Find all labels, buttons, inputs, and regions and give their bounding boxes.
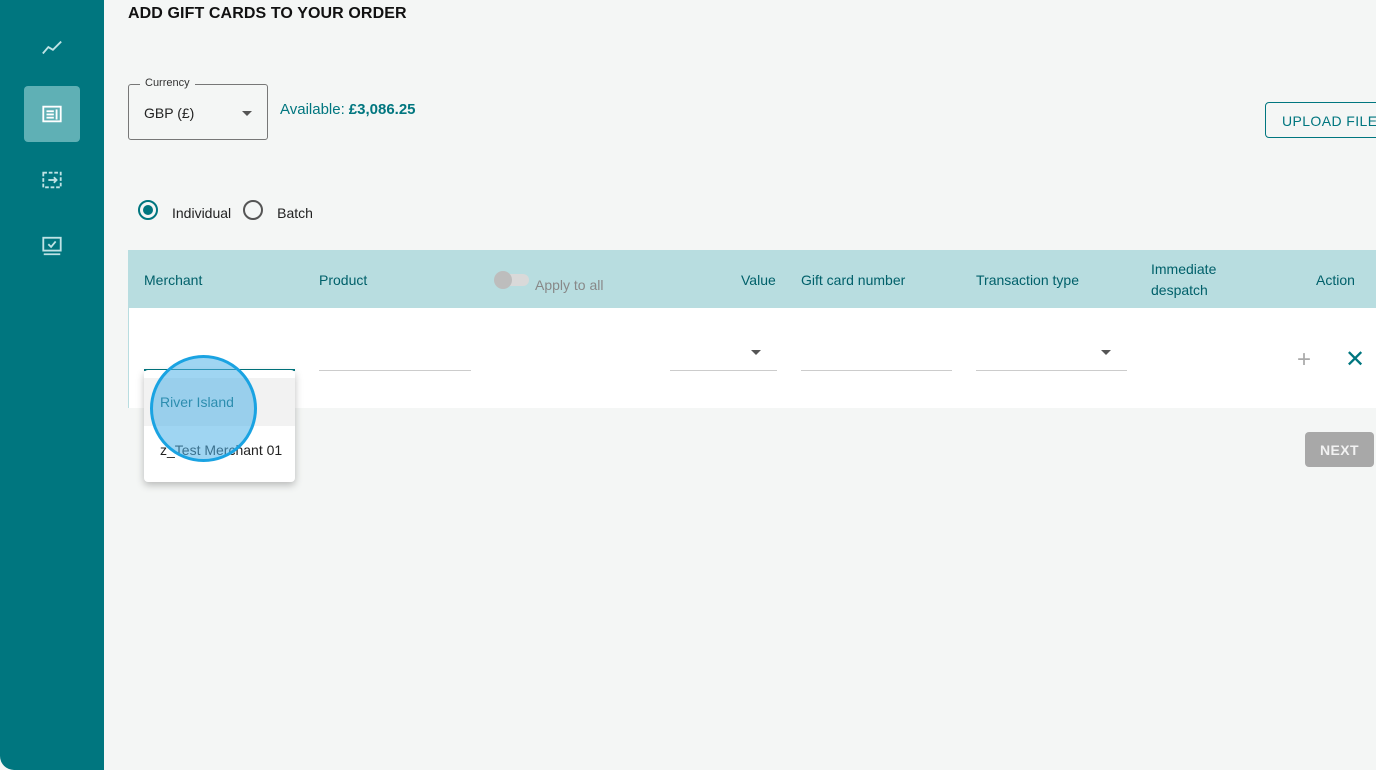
available-amount: £3,086.25 xyxy=(348,101,416,118)
order-document-icon xyxy=(42,105,62,123)
mode-radio-group: Individual Batch xyxy=(138,196,313,224)
individual-radio[interactable] xyxy=(138,200,158,220)
nav-completed[interactable] xyxy=(24,218,80,274)
header-gift-card-number: Gift card number xyxy=(801,272,906,288)
chevron-down-icon xyxy=(242,111,252,116)
table-row: + ✕ xyxy=(129,308,1376,408)
close-icon[interactable]: ✕ xyxy=(1345,348,1365,372)
transfer-icon xyxy=(42,171,62,189)
merchant-option-river-island[interactable]: River Island xyxy=(144,378,295,426)
individual-label[interactable]: Individual xyxy=(172,205,231,221)
merchant-option-test-merchant[interactable]: z_Test Merchant 01 xyxy=(144,426,295,474)
header-action: Action xyxy=(1316,272,1355,288)
upload-file-button[interactable]: UPLOAD FILE xyxy=(1265,102,1376,138)
nav-analytics[interactable] xyxy=(24,20,80,76)
currency-select[interactable]: Currency GBP (£) xyxy=(128,77,268,140)
add-row-icon[interactable]: + xyxy=(1297,348,1311,372)
batch-radio[interactable] xyxy=(243,200,264,220)
header-merchant: Merchant xyxy=(144,272,203,288)
header-despatch: despatch xyxy=(1151,282,1208,298)
header-transaction-type: Transaction type xyxy=(976,272,1079,288)
available-label: Available: xyxy=(280,101,345,118)
gift-card-table: Merchant Product Apply to all Value Gift… xyxy=(128,250,1376,408)
header-value: Value xyxy=(741,272,776,288)
header-apply-to-all: Apply to all xyxy=(535,277,604,293)
header-product: Product xyxy=(319,272,368,288)
header-immediate: Immediate xyxy=(1151,261,1217,277)
currency-label: Currency xyxy=(140,77,195,89)
merchant-dropdown: River Island z_Test Merchant 01 xyxy=(144,370,295,482)
next-button[interactable]: NEXT xyxy=(1305,432,1374,467)
sidebar xyxy=(0,0,104,770)
available-balance: Available: £3,086.25 xyxy=(280,101,416,118)
value-select[interactable] xyxy=(670,370,777,371)
currency-value: GBP (£) xyxy=(144,105,195,121)
line-chart-icon xyxy=(42,40,62,55)
chevron-down-icon xyxy=(1101,350,1111,355)
apply-to-all-toggle[interactable] xyxy=(494,271,529,289)
gift-card-number-input[interactable] xyxy=(801,370,952,371)
batch-label[interactable]: Batch xyxy=(277,205,313,221)
checked-screen-icon xyxy=(42,236,62,256)
page-title: ADD GIFT CARDS TO YOUR ORDER xyxy=(128,5,407,22)
chevron-down-icon xyxy=(751,350,761,355)
nav-orders[interactable] xyxy=(24,86,80,142)
product-input[interactable] xyxy=(319,370,471,371)
nav-transfers[interactable] xyxy=(24,152,80,208)
table-header: Merchant Product Apply to all Value Gift… xyxy=(129,251,1376,308)
transaction-type-select[interactable] xyxy=(976,370,1127,371)
